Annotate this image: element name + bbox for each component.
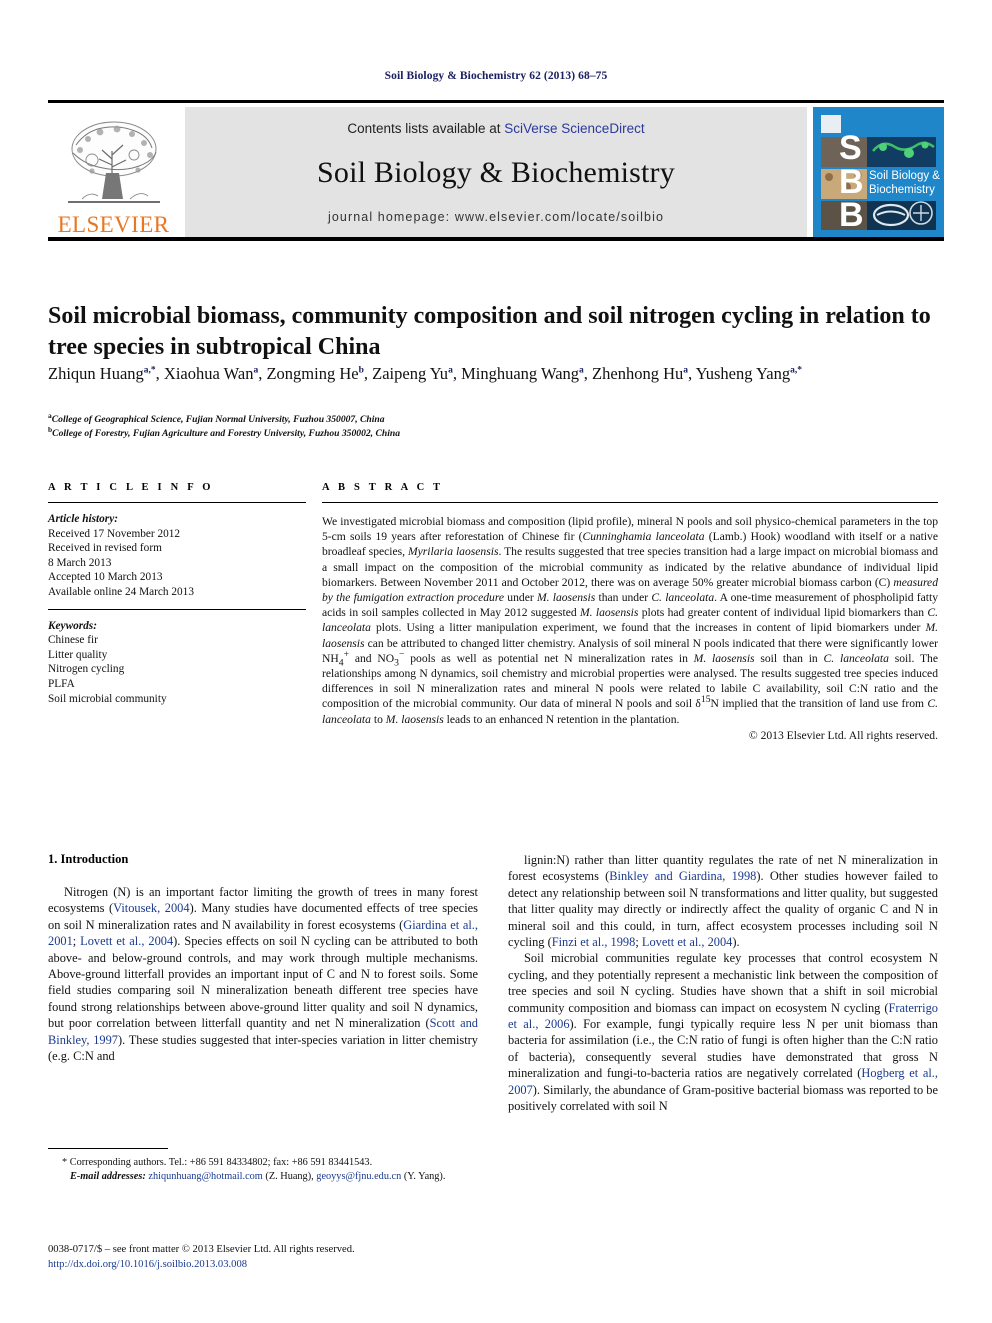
intro-paragraph-2: Soil microbial communities regulate key … (508, 951, 938, 1114)
article-history-block: Article history: Received 17 November 20… (48, 512, 306, 600)
masthead-top-rule (48, 100, 944, 103)
footnote-rule (48, 1148, 168, 1149)
article-info-column: A R T I C L E I N F O Article history: R… (48, 482, 306, 706)
author-list: Zhiqun Huanga,*, Xiaohua Wana, Zongming … (48, 364, 802, 383)
section-heading-introduction: 1. Introduction (48, 852, 129, 866)
svg-text:Soil Biology &: Soil Biology & (869, 170, 940, 182)
contents-available-line: Contents lists available at SciVerse Sci… (347, 121, 644, 136)
body-column-left: 1. Introduction Nitrogen (N) is an impor… (48, 852, 478, 1064)
issn-copyright-line: 0038-0717/$ – see front matter © 2013 El… (48, 1244, 355, 1255)
body-column-right: lignin:N) rather than litter quantity re… (508, 852, 938, 1115)
intro-paragraph-continued: lignin:N) rather than litter quantity re… (508, 853, 938, 950)
abstract-column: A B S T R A C T We investigated microbia… (322, 482, 938, 742)
affiliation-list: aCollege of Geographical Science, Fujian… (48, 410, 938, 440)
journal-cover-thumbnail: S B B Soil Biology & Biochemistry (813, 107, 944, 238)
keyword-item: Litter quality (48, 648, 108, 661)
affiliation-b-text: College of Forestry, Fujian Agriculture … (52, 427, 400, 439)
abstract-heading: A B S T R A C T (322, 482, 444, 493)
article-info-heading: A R T I C L E I N F O (48, 482, 214, 493)
history-item: 8 March 2013 (48, 556, 112, 569)
keywords-block: Keywords: Chinese fir Litter quality Nit… (48, 619, 306, 707)
keyword-item: PLFA (48, 677, 75, 690)
article-info-rule-mid (48, 608, 306, 610)
svg-text:Biochemistry: Biochemistry (869, 184, 935, 196)
journal-homepage-link[interactable]: journal homepage: www.elsevier.com/locat… (328, 210, 664, 224)
history-item: Accepted 10 March 2013 (48, 571, 163, 584)
page-title: Soil microbial biomass, community compos… (48, 303, 931, 361)
abstract-rule (322, 502, 938, 503)
contents-panel: Contents lists available at SciVerse Sci… (185, 107, 807, 238)
abstract-text: We investigated microbial biomass and co… (322, 515, 939, 726)
history-item: Received in revised form (48, 542, 162, 555)
footnote-area: * Corresponding authors. Tel.: +86 591 8… (48, 1148, 478, 1183)
history-item: Available online 24 March 2013 (48, 585, 194, 598)
elsevier-logo: ELSEVIER (48, 107, 179, 238)
article-info-rule-top (48, 502, 306, 503)
elsevier-wordmark: ELSEVIER (57, 212, 170, 237)
intro-paragraph-1: Nitrogen (N) is an important factor limi… (48, 885, 478, 1064)
imprint-block: 0038-0717/$ – see front matter © 2013 El… (48, 1243, 568, 1272)
abstract-copyright: © 2013 Elsevier Ltd. All rights reserved… (748, 728, 938, 742)
keyword-item: Chinese fir (48, 634, 98, 647)
svg-text:B: B (839, 196, 864, 234)
masthead-bottom-rule (48, 237, 944, 241)
sciencedirect-link[interactable]: SciVerse ScienceDirect (504, 121, 644, 136)
journal-article-page: Soil Biology & Biochemistry 62 (2013) 68… (0, 0, 992, 1323)
keyword-item: Nitrogen cycling (48, 663, 125, 676)
journal-masthead: ELSEVIER Contents lists available at Sci… (48, 100, 944, 238)
affiliation-b: bCollege of Forestry, Fujian Agriculture… (48, 424, 400, 439)
affiliation-a: aCollege of Geographical Science, Fujian… (48, 410, 385, 425)
keyword-item: Soil microbial community (48, 692, 167, 705)
keywords-label: Keywords: (48, 619, 97, 632)
email-addresses-note[interactable]: E-mail addresses: zhiqunhuang@hotmail.co… (48, 1170, 478, 1184)
journal-title: Soil Biology & Biochemistry (317, 156, 675, 189)
history-item: Received 17 November 2012 (48, 527, 181, 540)
article-history-label: Article history: (48, 513, 118, 525)
contents-prefix: Contents lists available at (347, 121, 505, 136)
svg-text:S: S (839, 129, 862, 167)
doi-link[interactable]: http://dx.doi.org/10.1016/j.soilbio.2013… (48, 1258, 568, 1273)
running-head: Soil Biology & Biochemistry 62 (2013) 68… (384, 70, 608, 82)
affiliation-a-text: College of Geographical Science, Fujian … (51, 414, 385, 425)
corresponding-author-note: * Corresponding authors. Tel.: +86 591 8… (62, 1157, 373, 1168)
elsevier-tree-icon (62, 115, 166, 211)
